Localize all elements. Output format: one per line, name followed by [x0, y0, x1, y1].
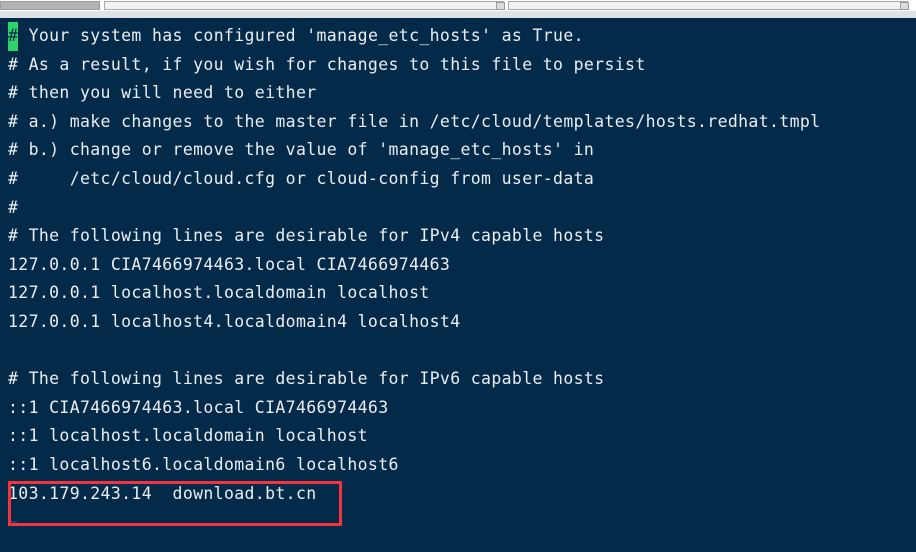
buffer-line-9[interactable]: 127.0.0.1 CIA7466974463.local CIA7466974… — [8, 251, 916, 280]
buffer-line-17-highlighted-entry[interactable]: 103.179.243.14 download.bt.cn — [8, 480, 916, 509]
vim-cursor-block[interactable]: # — [8, 22, 19, 51]
buffer-line-10[interactable]: 127.0.0.1 localhost.localdomain localhos… — [8, 279, 916, 308]
buffer-line-8[interactable]: # The following lines are desirable for … — [8, 222, 916, 251]
scrollbar-track-middle[interactable] — [104, 1, 504, 10]
buffer-line-14[interactable]: ::1 CIA7466974463.local CIA7466974463 — [8, 394, 916, 423]
horizontal-scrollbar-row[interactable] — [0, 0, 916, 11]
vim-empty-line-marker: ~ — [8, 512, 18, 532]
buffer-line-7[interactable]: # — [8, 194, 916, 223]
chrome-shadow-band — [0, 11, 916, 18]
buffer-line-6[interactable]: # /etc/cloud/cloud.cfg or cloud-config f… — [8, 165, 916, 194]
buffer-line-13[interactable]: # The following lines are desirable for … — [8, 365, 916, 394]
buffer-line-4[interactable]: # a.) make changes to the master file in… — [8, 108, 916, 137]
editor-buffer[interactable]: # Your system has configured 'manage_etc… — [8, 22, 916, 537]
splitter-grip-one[interactable] — [496, 2, 505, 10]
buffer-line-1-text: Your system has configured 'manage_etc_h… — [18, 26, 584, 45]
buffer-line-11[interactable]: 127.0.0.1 localhost4.localdomain4 localh… — [8, 308, 916, 337]
splitter-grip-two[interactable] — [900, 2, 909, 10]
buffer-line-2[interactable]: # As a result, if you wish for changes t… — [8, 51, 916, 80]
terminal-window: # Your system has configured 'manage_etc… — [0, 0, 916, 552]
buffer-line-1[interactable]: # Your system has configured 'manage_etc… — [8, 22, 916, 51]
buffer-line-5[interactable]: # b.) change or remove the value of 'man… — [8, 136, 916, 165]
scrollbar-track-right[interactable] — [508, 1, 908, 10]
buffer-line-15[interactable]: ::1 localhost.localdomain localhost — [8, 422, 916, 451]
scrollbar-thumb-left[interactable] — [0, 1, 100, 10]
buffer-line-12[interactable] — [8, 337, 916, 366]
terminal-surface[interactable]: # Your system has configured 'manage_etc… — [0, 18, 916, 552]
window-chrome-strip — [0, 0, 916, 18]
buffer-line-3[interactable]: # then you will need to either — [8, 79, 916, 108]
buffer-line-16[interactable]: ::1 localhost6.localdomain6 localhost6 — [8, 451, 916, 480]
